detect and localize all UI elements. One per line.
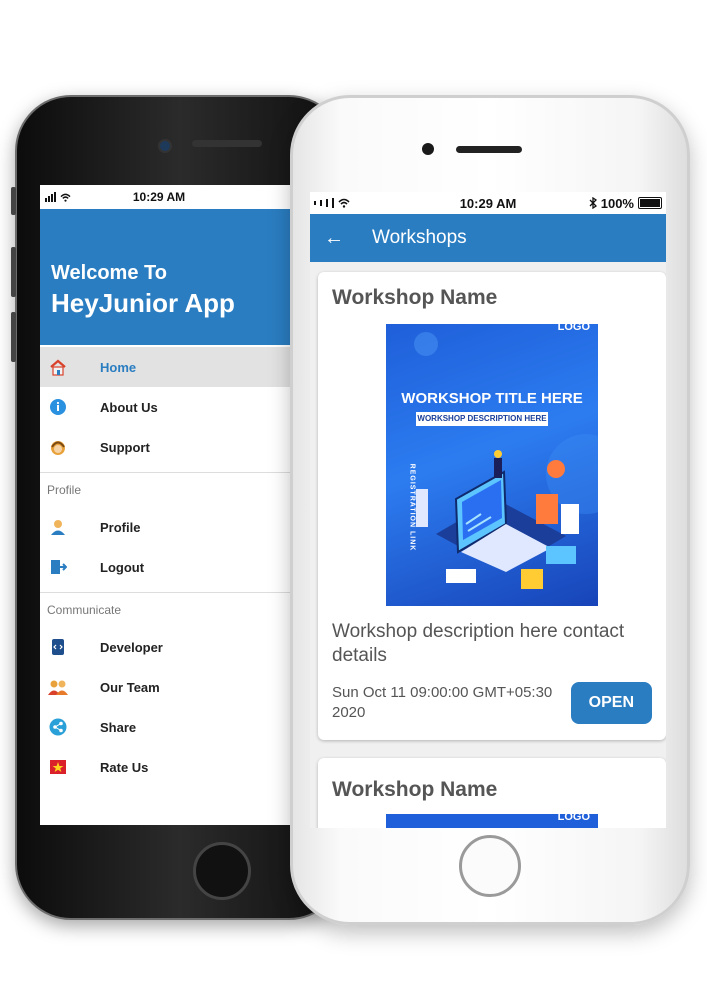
open-button[interactable]: OPEN	[570, 682, 652, 724]
app-bar: ← Workshops	[310, 214, 666, 262]
volume-down-button	[11, 312, 16, 362]
poster-logo: LOGO	[557, 811, 590, 823]
workshop-name: Workshop Name	[332, 286, 498, 309]
menu-item-logout[interactable]: Logout	[40, 547, 295, 587]
person-icon	[48, 517, 68, 537]
menu-label: Our Team	[100, 679, 160, 695]
menu-item-home[interactable]: Home	[40, 347, 295, 387]
workshop-poster-image: LOGO	[386, 811, 598, 828]
status-bar: 10:29 AM	[40, 185, 295, 209]
info-icon	[48, 397, 68, 417]
menu-label: Developer	[100, 639, 163, 655]
home-icon	[48, 357, 68, 377]
signal-icon	[45, 192, 71, 202]
menu-label: Support	[100, 439, 150, 455]
earpiece-speaker	[192, 140, 262, 147]
front-camera	[422, 143, 434, 155]
welcome-text: Welcome To	[51, 262, 167, 284]
menu-label: Share	[100, 719, 137, 735]
page-title: Workshops	[372, 227, 467, 248]
workshop-description: Workshop description here contact detail…	[332, 621, 625, 666]
star-icon	[48, 757, 68, 777]
volume-up-button	[11, 247, 16, 297]
workshop-poster-image: LOGO WORKSHOP TITLE HERE WORKSHOP DESCRI…	[386, 324, 598, 606]
app-name: HeyJunior App	[51, 288, 235, 318]
isometric-laptop-illustration	[414, 332, 598, 589]
front-camera	[158, 139, 172, 153]
menu-label: About Us	[100, 399, 158, 415]
menu-label: Logout	[100, 559, 145, 575]
support-icon	[48, 437, 68, 457]
menu-item-our-team[interactable]: Our Team	[40, 667, 295, 707]
menu-label: Rate Us	[100, 759, 149, 775]
earpiece-speaker	[456, 146, 522, 153]
workshop-name: Workshop Name	[332, 778, 498, 801]
signal-icon	[314, 198, 414, 208]
logout-icon	[48, 557, 68, 577]
workshops-screen: 10:29 AM 100% ← Workshops Workshop Name …	[310, 192, 666, 828]
workshop-card[interactable]: Workshop Name LOGO WORKSHOP TITLE HERE W…	[318, 272, 666, 740]
battery-icon	[637, 197, 662, 209]
developer-icon	[48, 637, 68, 657]
menu-item-share[interactable]: Share	[40, 707, 295, 747]
menu-item-rate-us[interactable]: Rate Us	[40, 747, 295, 787]
bluetooth-icon	[589, 197, 597, 209]
wifi-icon	[338, 198, 350, 208]
status-time: 10:29 AM	[132, 190, 186, 204]
status-bar: 10:29 AM 100%	[310, 192, 666, 214]
card-footer: Sun Oct 11 09:00:00 GMT+05:30 2020 OPEN	[332, 682, 652, 724]
back-arrow-icon[interactable]: ←	[310, 227, 358, 250]
menu-item-about-us[interactable]: About Us	[40, 387, 295, 427]
menu-label: Profile	[100, 519, 141, 535]
workshop-date: Sun Oct 11 09:00:00 GMT+05:30 2020	[332, 684, 553, 721]
workshop-card[interactable]: Workshop Name LOGO	[318, 758, 666, 828]
navigation-drawer-screen: 10:29 AM Welcome To HeyJunior App Home A…	[40, 185, 295, 825]
team-icon	[48, 677, 68, 697]
home-button[interactable]	[459, 835, 521, 897]
battery-percent: 100%	[600, 195, 634, 211]
home-button[interactable]	[193, 842, 251, 900]
menu-label: Home	[100, 359, 137, 375]
wifi-icon	[60, 193, 71, 202]
status-time: 10:29 AM	[459, 195, 517, 211]
menu-item-developer[interactable]: Developer	[40, 627, 295, 667]
share-icon	[48, 717, 68, 737]
drawer-header: Welcome To HeyJunior App	[40, 209, 295, 345]
section-title-profile: Profile	[40, 472, 295, 507]
menu-item-support[interactable]: Support	[40, 427, 295, 467]
mute-switch	[11, 187, 16, 215]
menu-item-profile[interactable]: Profile	[40, 507, 295, 547]
section-title-communicate: Communicate	[40, 592, 295, 627]
